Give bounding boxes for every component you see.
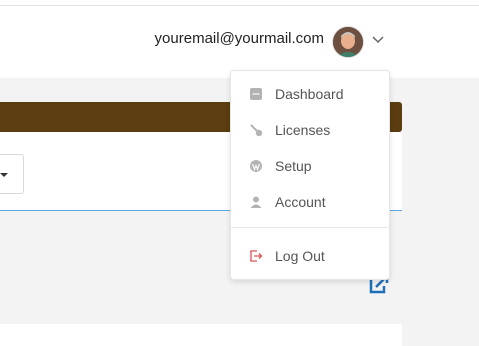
menu-item-label: Dashboard	[275, 86, 344, 102]
wordpress-icon	[250, 160, 262, 172]
dashboard-icon	[250, 88, 262, 100]
menu-item-label: Licenses	[275, 122, 331, 138]
key-icon	[250, 124, 263, 137]
menu-item-licenses[interactable]: Licenses	[231, 115, 389, 145]
menu-item-label: Setup	[275, 158, 312, 174]
user-icon	[250, 196, 262, 208]
menu-item-label: Account	[275, 194, 326, 210]
user-avatar-photo	[333, 27, 363, 57]
user-avatar[interactable]	[333, 27, 363, 57]
logout-icon	[250, 250, 263, 262]
menu-item-label: Log Out	[275, 248, 325, 264]
user-dropdown-menu: Dashboard Licenses Setup Account Log Out	[230, 70, 390, 280]
menu-item-account[interactable]: Account	[231, 187, 389, 217]
caret-down-icon	[0, 173, 8, 177]
menu-item-logout[interactable]: Log Out	[231, 241, 389, 271]
content-card	[0, 324, 402, 346]
chevron-down-icon[interactable]	[372, 36, 384, 44]
user-email[interactable]: youremail@yourmail.com	[155, 30, 324, 47]
menu-item-setup[interactable]: Setup	[231, 151, 389, 181]
menu-item-dashboard[interactable]: Dashboard	[231, 79, 389, 109]
menu-divider	[231, 227, 389, 228]
